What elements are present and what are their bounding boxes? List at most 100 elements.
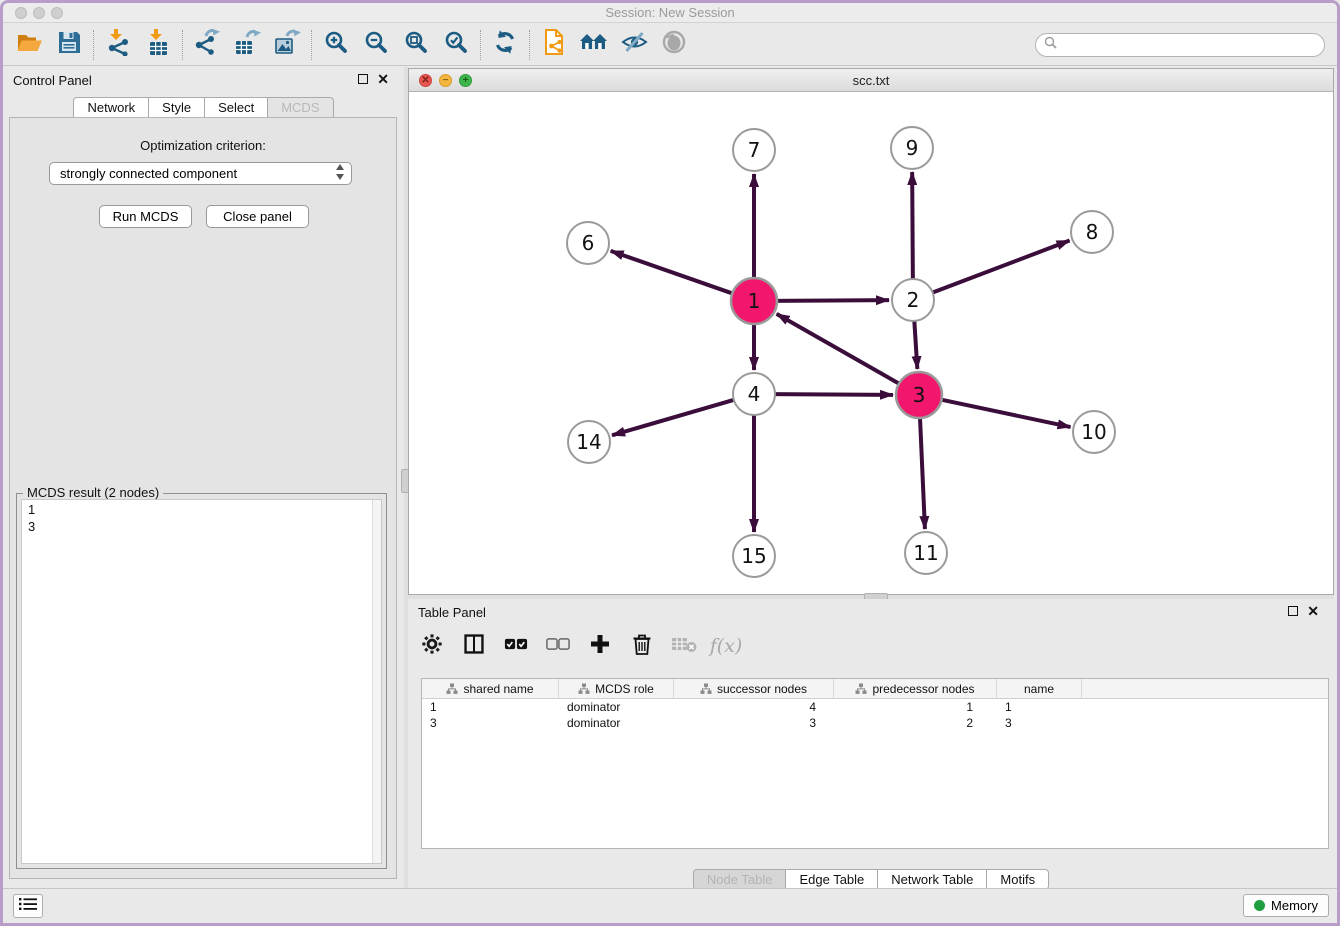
graph-edge-2-9[interactable] [912,172,913,281]
import-network-icon [105,29,132,61]
import-table-button[interactable] [138,26,178,64]
network-window: ✕ − + scc.txt 7968124314101511 [408,68,1334,595]
tab-mcds[interactable]: MCDS [268,97,333,118]
graph-edge-1-2[interactable] [775,300,889,301]
graph-edge-1-6[interactable] [611,251,735,294]
plus-icon [589,633,611,660]
deselect-all-button[interactable] [544,632,572,660]
zoom-selected-button[interactable] [436,26,476,64]
close-panel-icon[interactable]: ✕ [377,71,389,88]
zoom-out-button[interactable] [356,26,396,64]
float-table-panel-icon[interactable] [1288,606,1298,616]
cell-name[interactable]: 3 [997,715,1082,731]
column-header-mcds-role[interactable]: MCDS role [559,679,674,698]
control-panel: Control Panel ✕ Network Style Select MCD… [3,67,404,888]
cell-predecessor-nodes[interactable]: 2 [834,715,997,731]
add-column-button[interactable] [586,632,614,660]
float-panel-icon[interactable] [358,74,368,84]
graph-node-label-3: 3 [913,383,926,407]
column-header-shared-name[interactable]: shared name [422,679,559,698]
trash-icon [632,633,652,660]
hide-selected-button[interactable] [614,26,654,64]
refresh-button[interactable] [485,26,525,64]
graph-node-label-8: 8 [1086,220,1099,244]
open-file-button[interactable] [9,26,49,64]
network-window-titlebar: ✕ − + scc.txt [409,69,1333,92]
table-header-row: shared name MCDS role successor nodes pr… [422,679,1328,699]
cell-successor-nodes[interactable]: 3 [674,715,834,731]
cell-mcds-role[interactable]: dominator [559,715,674,731]
search-input[interactable] [1057,38,1324,52]
cell-mcds-role[interactable]: dominator [559,699,674,715]
close-table-panel-icon[interactable]: ✕ [1307,603,1319,620]
network-graph[interactable]: 7968124314101511 [409,92,1333,594]
save-session-button[interactable] [49,26,89,64]
cell-shared-name[interactable]: 1 [422,699,559,715]
export-network-button[interactable] [187,26,227,64]
toolbar-separator [311,30,312,60]
task-history-button[interactable] [13,894,43,918]
first-neighbors-button[interactable] [574,26,614,64]
column-header-successor-nodes[interactable]: successor nodes [674,679,834,698]
cell-predecessor-nodes[interactable]: 1 [834,699,997,715]
graph-node-label-4: 4 [748,382,761,406]
tab-select[interactable]: Select [205,97,268,118]
tab-edge-table[interactable]: Edge Table [786,869,878,890]
graph-edge-3-11[interactable] [920,416,925,529]
zoom-out-icon [364,30,389,60]
graph-node-label-2: 2 [907,288,920,312]
mcds-tab-panel: Optimization criterion: strongly connect… [9,117,397,879]
close-panel-button[interactable]: Close panel [206,205,309,228]
window-title: Session: New Session [3,5,1337,20]
table-panel: Table Panel ✕ [408,599,1334,888]
memory-label: Memory [1271,898,1318,913]
run-mcds-button[interactable]: Run MCDS [99,205,192,228]
cell-name[interactable]: 1 [997,699,1082,715]
app-window: Session: New Session [0,0,1340,926]
checked-boxes-icon [504,637,528,656]
column-header-predecessor-nodes[interactable]: predecessor nodes [834,679,997,698]
tab-motifs[interactable]: Motifs [987,869,1049,890]
result-scrollbar[interactable] [372,500,381,863]
zoom-fit-icon [404,30,429,60]
table-row[interactable]: 3 dominator 3 2 3 [422,715,1328,731]
memory-button[interactable]: Memory [1243,894,1329,917]
graph-edge-3-10[interactable] [940,399,1071,427]
graph-edge-3-1[interactable] [777,314,901,385]
export-image-icon [274,29,301,61]
function-builder-button[interactable]: f(x) [712,632,740,660]
cell-shared-name[interactable]: 3 [422,715,559,731]
control-panel-header: Control Panel ✕ [3,67,404,93]
cell-successor-nodes[interactable]: 4 [674,699,834,715]
tab-network-table[interactable]: Network Table [878,869,987,890]
graph-edge-2-8[interactable] [931,241,1070,294]
export-image-button[interactable] [267,26,307,64]
tab-style[interactable]: Style [149,97,205,118]
graph-edge-4-3[interactable] [773,394,893,395]
mcds-result-item[interactable]: 3 [28,518,381,535]
import-network-button[interactable] [98,26,138,64]
criterion-dropdown[interactable]: strongly connected component [49,162,352,185]
select-all-button[interactable] [502,632,530,660]
status-bar: Memory [3,888,1337,923]
mcds-result-item[interactable]: 1 [28,501,381,518]
column-header-name[interactable]: name [997,679,1082,698]
table-settings-button[interactable] [418,632,446,660]
mcds-result-list[interactable]: 1 3 [21,499,382,864]
delete-column-button[interactable] [628,632,656,660]
graph-edge-4-14[interactable] [612,399,736,435]
clone-network-button[interactable] [534,26,574,64]
search-box[interactable] [1035,33,1325,57]
tab-network[interactable]: Network [73,97,149,118]
network-canvas[interactable]: 7968124314101511 [409,92,1333,594]
tab-node-table[interactable]: Node Table [693,869,787,890]
zoom-fit-button[interactable] [396,26,436,64]
show-column-button[interactable] [460,632,488,660]
graph-node-label-14: 14 [576,430,601,454]
graph-edge-2-3[interactable] [914,319,917,369]
show-all-button[interactable] [654,26,694,64]
delete-table-button[interactable] [670,632,698,660]
export-table-button[interactable] [227,26,267,64]
table-row[interactable]: 1 dominator 4 1 1 [422,699,1328,715]
zoom-in-button[interactable] [316,26,356,64]
